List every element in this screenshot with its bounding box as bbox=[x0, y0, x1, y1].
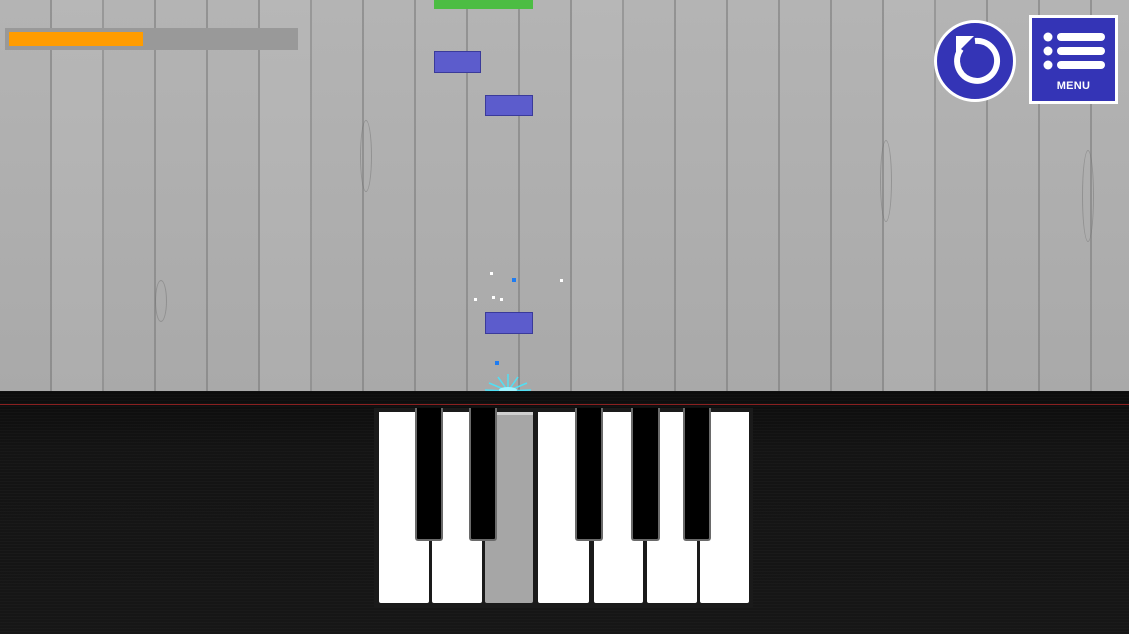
note-highway: MENU bbox=[0, 0, 1129, 391]
wood-knot bbox=[1082, 150, 1094, 242]
wood-plank bbox=[52, 0, 104, 391]
song-progress-fill bbox=[9, 32, 143, 46]
piano-keyboard bbox=[374, 408, 753, 608]
wood-plank bbox=[884, 0, 936, 391]
hit-line bbox=[0, 404, 1129, 405]
song-progress-bar bbox=[5, 28, 298, 50]
wood-plank bbox=[260, 0, 312, 391]
note-block[interactable] bbox=[485, 95, 533, 116]
spark-particle bbox=[495, 361, 499, 365]
black-key[interactable] bbox=[415, 408, 443, 541]
wood-plank bbox=[572, 0, 624, 391]
spark-particle bbox=[560, 279, 563, 282]
note-green bbox=[434, 0, 533, 9]
spark-particle bbox=[492, 296, 495, 299]
keyboard-stage bbox=[0, 391, 1129, 634]
restart-button[interactable] bbox=[934, 20, 1016, 102]
black-key[interactable] bbox=[575, 408, 603, 541]
menu-button[interactable]: MENU bbox=[1029, 15, 1118, 104]
wood-knot bbox=[880, 140, 892, 222]
black-key[interactable] bbox=[469, 408, 497, 541]
restart-icon bbox=[954, 36, 1001, 84]
list-icon bbox=[1043, 32, 1105, 70]
spark-particle bbox=[512, 278, 516, 282]
wood-knot bbox=[360, 120, 372, 192]
spark-particle bbox=[474, 298, 477, 301]
black-key[interactable] bbox=[683, 408, 711, 541]
spark-particle bbox=[500, 298, 503, 301]
note-block[interactable] bbox=[485, 312, 533, 334]
spark-particle bbox=[490, 272, 493, 275]
hit-burst-effect bbox=[484, 374, 532, 391]
menu-label: MENU bbox=[1056, 80, 1091, 92]
wood-knot bbox=[155, 280, 167, 322]
note-block[interactable] bbox=[434, 51, 481, 73]
black-key[interactable] bbox=[631, 408, 660, 541]
